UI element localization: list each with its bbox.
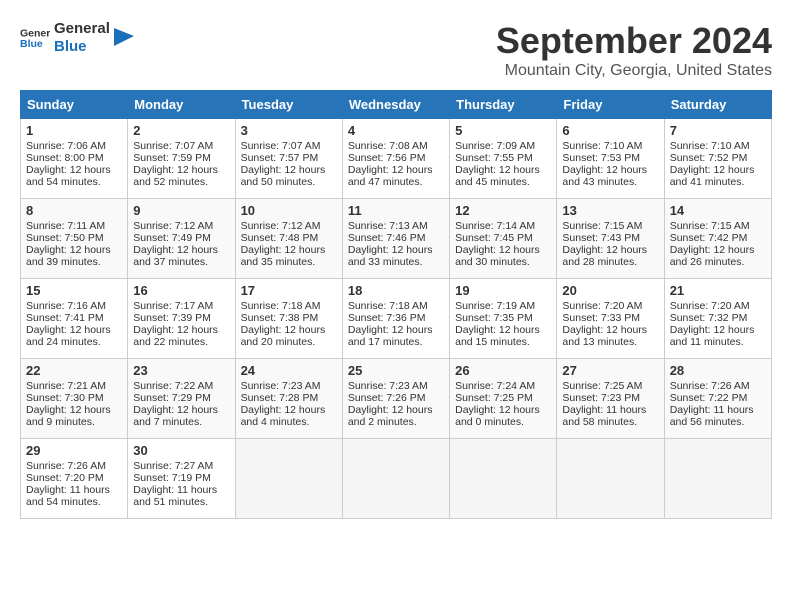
col-monday: Monday bbox=[128, 91, 235, 119]
table-row: 24Sunrise: 7:23 AMSunset: 7:28 PMDayligh… bbox=[235, 359, 342, 439]
table-row: 19Sunrise: 7:19 AMSunset: 7:35 PMDayligh… bbox=[450, 279, 557, 359]
svg-text:Blue: Blue bbox=[20, 38, 43, 50]
table-row: 23Sunrise: 7:22 AMSunset: 7:29 PMDayligh… bbox=[128, 359, 235, 439]
table-row: 8Sunrise: 7:11 AMSunset: 7:50 PMDaylight… bbox=[21, 199, 128, 279]
logo-icon: General Blue bbox=[20, 23, 50, 53]
table-row: 6Sunrise: 7:10 AMSunset: 7:53 PMDaylight… bbox=[557, 119, 664, 199]
location-title: Mountain City, Georgia, United States bbox=[496, 62, 772, 80]
table-row: 9Sunrise: 7:12 AMSunset: 7:49 PMDaylight… bbox=[128, 199, 235, 279]
table-row bbox=[664, 439, 771, 519]
table-row: 1Sunrise: 7:06 AMSunset: 8:00 PMDaylight… bbox=[21, 119, 128, 199]
table-row bbox=[450, 439, 557, 519]
col-thursday: Thursday bbox=[450, 91, 557, 119]
table-row: 7Sunrise: 7:10 AMSunset: 7:52 PMDaylight… bbox=[664, 119, 771, 199]
month-title: September 2024 bbox=[496, 20, 772, 62]
col-friday: Friday bbox=[557, 91, 664, 119]
table-row: 22Sunrise: 7:21 AMSunset: 7:30 PMDayligh… bbox=[21, 359, 128, 439]
col-sunday: Sunday bbox=[21, 91, 128, 119]
table-row: 28Sunrise: 7:26 AMSunset: 7:22 PMDayligh… bbox=[664, 359, 771, 439]
col-tuesday: Tuesday bbox=[235, 91, 342, 119]
table-row: 25Sunrise: 7:23 AMSunset: 7:26 PMDayligh… bbox=[342, 359, 449, 439]
col-wednesday: Wednesday bbox=[342, 91, 449, 119]
table-row: 21Sunrise: 7:20 AMSunset: 7:32 PMDayligh… bbox=[664, 279, 771, 359]
table-row: 18Sunrise: 7:18 AMSunset: 7:36 PMDayligh… bbox=[342, 279, 449, 359]
table-row: 12Sunrise: 7:14 AMSunset: 7:45 PMDayligh… bbox=[450, 199, 557, 279]
col-saturday: Saturday bbox=[664, 91, 771, 119]
table-row: 16Sunrise: 7:17 AMSunset: 7:39 PMDayligh… bbox=[128, 279, 235, 359]
table-row: 13Sunrise: 7:15 AMSunset: 7:43 PMDayligh… bbox=[557, 199, 664, 279]
page-header: General Blue General Blue September 2024… bbox=[20, 20, 772, 80]
header-row: Sunday Monday Tuesday Wednesday Thursday… bbox=[21, 91, 772, 119]
table-row bbox=[235, 439, 342, 519]
table-row: 20Sunrise: 7:20 AMSunset: 7:33 PMDayligh… bbox=[557, 279, 664, 359]
logo: General Blue General Blue bbox=[20, 20, 134, 56]
table-row: 5Sunrise: 7:09 AMSunset: 7:55 PMDaylight… bbox=[450, 119, 557, 199]
table-row bbox=[342, 439, 449, 519]
table-row: 14Sunrise: 7:15 AMSunset: 7:42 PMDayligh… bbox=[664, 199, 771, 279]
table-row: 3Sunrise: 7:07 AMSunset: 7:57 PMDaylight… bbox=[235, 119, 342, 199]
logo-line1: General bbox=[54, 20, 110, 38]
calendar-table: Sunday Monday Tuesday Wednesday Thursday… bbox=[20, 90, 772, 519]
table-row: 30Sunrise: 7:27 AMSunset: 7:19 PMDayligh… bbox=[128, 439, 235, 519]
table-row: 27Sunrise: 7:25 AMSunset: 7:23 PMDayligh… bbox=[557, 359, 664, 439]
logo-arrow-icon bbox=[114, 28, 134, 48]
table-row: 15Sunrise: 7:16 AMSunset: 7:41 PMDayligh… bbox=[21, 279, 128, 359]
table-row: 2Sunrise: 7:07 AMSunset: 7:59 PMDaylight… bbox=[128, 119, 235, 199]
title-area: September 2024 Mountain City, Georgia, U… bbox=[496, 20, 772, 80]
table-row: 11Sunrise: 7:13 AMSunset: 7:46 PMDayligh… bbox=[342, 199, 449, 279]
table-row: 26Sunrise: 7:24 AMSunset: 7:25 PMDayligh… bbox=[450, 359, 557, 439]
table-row: 4Sunrise: 7:08 AMSunset: 7:56 PMDaylight… bbox=[342, 119, 449, 199]
logo-line2: Blue bbox=[54, 38, 110, 56]
table-row: 10Sunrise: 7:12 AMSunset: 7:48 PMDayligh… bbox=[235, 199, 342, 279]
table-row bbox=[557, 439, 664, 519]
table-row: 17Sunrise: 7:18 AMSunset: 7:38 PMDayligh… bbox=[235, 279, 342, 359]
table-row: 29Sunrise: 7:26 AMSunset: 7:20 PMDayligh… bbox=[21, 439, 128, 519]
